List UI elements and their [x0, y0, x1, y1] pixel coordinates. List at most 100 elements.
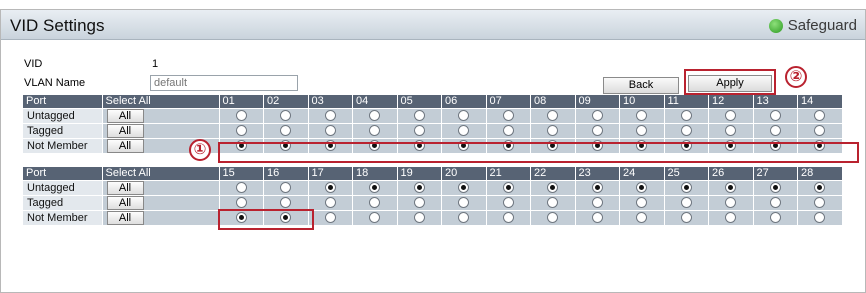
select-all-button[interactable]: All: [106, 210, 144, 225]
port-membership-radio[interactable]: [680, 125, 692, 137]
port-membership-radio[interactable]: [280, 125, 292, 137]
port-number-header: 26: [708, 167, 754, 181]
port-membership-radio[interactable]: [591, 212, 603, 224]
port-membership-radio[interactable]: [547, 197, 559, 209]
port-membership-radio[interactable]: [413, 125, 425, 137]
port-cell: [619, 195, 665, 211]
port-membership-radio[interactable]: [324, 182, 336, 194]
port-membership-radio[interactable]: [458, 212, 470, 224]
port-cell: [441, 108, 487, 124]
port-membership-radio[interactable]: [725, 125, 737, 137]
port-membership-radio[interactable]: [280, 197, 292, 209]
port-membership-radio[interactable]: [769, 110, 781, 122]
port-membership-radio[interactable]: [324, 110, 336, 122]
port-number-header: 10: [619, 95, 665, 109]
port-membership-radio[interactable]: [814, 110, 826, 122]
port-membership-radio[interactable]: [591, 110, 603, 122]
port-membership-radio[interactable]: [502, 212, 514, 224]
port-membership-radio[interactable]: [502, 110, 514, 122]
row-label: Not Member: [23, 138, 103, 154]
port-membership-radio[interactable]: [235, 197, 247, 209]
port-membership-radio[interactable]: [680, 110, 692, 122]
port-membership-radio[interactable]: [280, 182, 292, 194]
row-label: Untagged: [23, 180, 103, 196]
port-membership-radio[interactable]: [769, 197, 781, 209]
port-cell: [708, 180, 754, 196]
port-cell: [797, 108, 843, 124]
port-membership-radio[interactable]: [814, 212, 826, 224]
port-membership-radio[interactable]: [769, 182, 781, 194]
port-membership-radio[interactable]: [324, 125, 336, 137]
port-membership-radio[interactable]: [413, 182, 425, 194]
port-membership-radio[interactable]: [369, 110, 381, 122]
select-all-button[interactable]: All: [106, 123, 144, 138]
port-number-header: 17: [308, 167, 353, 181]
port-membership-radio[interactable]: [725, 197, 737, 209]
port-membership-radio[interactable]: [502, 197, 514, 209]
port-membership-radio[interactable]: [725, 182, 737, 194]
port-cell: [664, 108, 709, 124]
port-membership-radio[interactable]: [769, 125, 781, 137]
vlan-name-input[interactable]: [150, 75, 298, 91]
port-membership-radio[interactable]: [636, 125, 648, 137]
port-number-header: 06: [441, 95, 487, 109]
port-cell: [708, 210, 754, 226]
port-membership-radio[interactable]: [547, 125, 559, 137]
port-cell: [219, 108, 264, 124]
port-number-header: 12: [708, 95, 754, 109]
port-membership-radio[interactable]: [680, 197, 692, 209]
port-membership-radio[interactable]: [591, 182, 603, 194]
port-membership-radio[interactable]: [680, 182, 692, 194]
port-membership-radio[interactable]: [369, 125, 381, 137]
select-all-button[interactable]: All: [106, 108, 144, 123]
port-membership-radio[interactable]: [547, 110, 559, 122]
port-membership-radio[interactable]: [458, 182, 470, 194]
port-membership-radio[interactable]: [413, 197, 425, 209]
port-membership-radio[interactable]: [636, 182, 648, 194]
port-membership-radio[interactable]: [547, 182, 559, 194]
port-membership-radio[interactable]: [814, 125, 826, 137]
port-cell: [753, 210, 798, 226]
port-cell: [441, 180, 487, 196]
port-membership-radio[interactable]: [324, 197, 336, 209]
port-membership-radio[interactable]: [636, 110, 648, 122]
port-number-header: 22: [530, 167, 576, 181]
port-membership-radio[interactable]: [280, 110, 292, 122]
port-membership-radio[interactable]: [547, 212, 559, 224]
port-membership-radio[interactable]: [814, 182, 826, 194]
port-cell: [219, 195, 264, 211]
port-membership-radio[interactable]: [458, 125, 470, 137]
annotation-marker-2: ②: [785, 66, 807, 88]
port-membership-radio[interactable]: [636, 197, 648, 209]
port-membership-radio[interactable]: [369, 182, 381, 194]
port-membership-radio[interactable]: [324, 212, 336, 224]
select-all-button[interactable]: All: [106, 180, 144, 195]
page-title: VID Settings: [10, 16, 105, 35]
port-cell: [352, 195, 398, 211]
port-membership-radio[interactable]: [458, 197, 470, 209]
port-membership-radio[interactable]: [814, 197, 826, 209]
port-membership-radio[interactable]: [725, 110, 737, 122]
port-membership-radio[interactable]: [591, 125, 603, 137]
port-membership-radio[interactable]: [458, 110, 470, 122]
port-membership-radio[interactable]: [725, 212, 737, 224]
port-number-header: 14: [797, 95, 843, 109]
port-membership-radio[interactable]: [680, 212, 692, 224]
port-membership-radio[interactable]: [369, 212, 381, 224]
row-label: Not Member: [23, 210, 103, 226]
port-membership-radio[interactable]: [235, 110, 247, 122]
port-membership-radio[interactable]: [413, 110, 425, 122]
port-membership-radio[interactable]: [591, 197, 603, 209]
port-membership-radio[interactable]: [235, 182, 247, 194]
port-membership-radio[interactable]: [369, 197, 381, 209]
port-membership-radio[interactable]: [769, 212, 781, 224]
port-membership-radio[interactable]: [235, 125, 247, 137]
port-membership-radio[interactable]: [502, 125, 514, 137]
port-membership-radio[interactable]: [636, 212, 648, 224]
select-all-button[interactable]: All: [106, 138, 144, 153]
select-all-button[interactable]: All: [106, 195, 144, 210]
membership-row: Tagged All: [23, 123, 843, 139]
port-membership-radio[interactable]: [413, 212, 425, 224]
back-button[interactable]: Back: [603, 77, 679, 94]
port-membership-radio[interactable]: [502, 182, 514, 194]
